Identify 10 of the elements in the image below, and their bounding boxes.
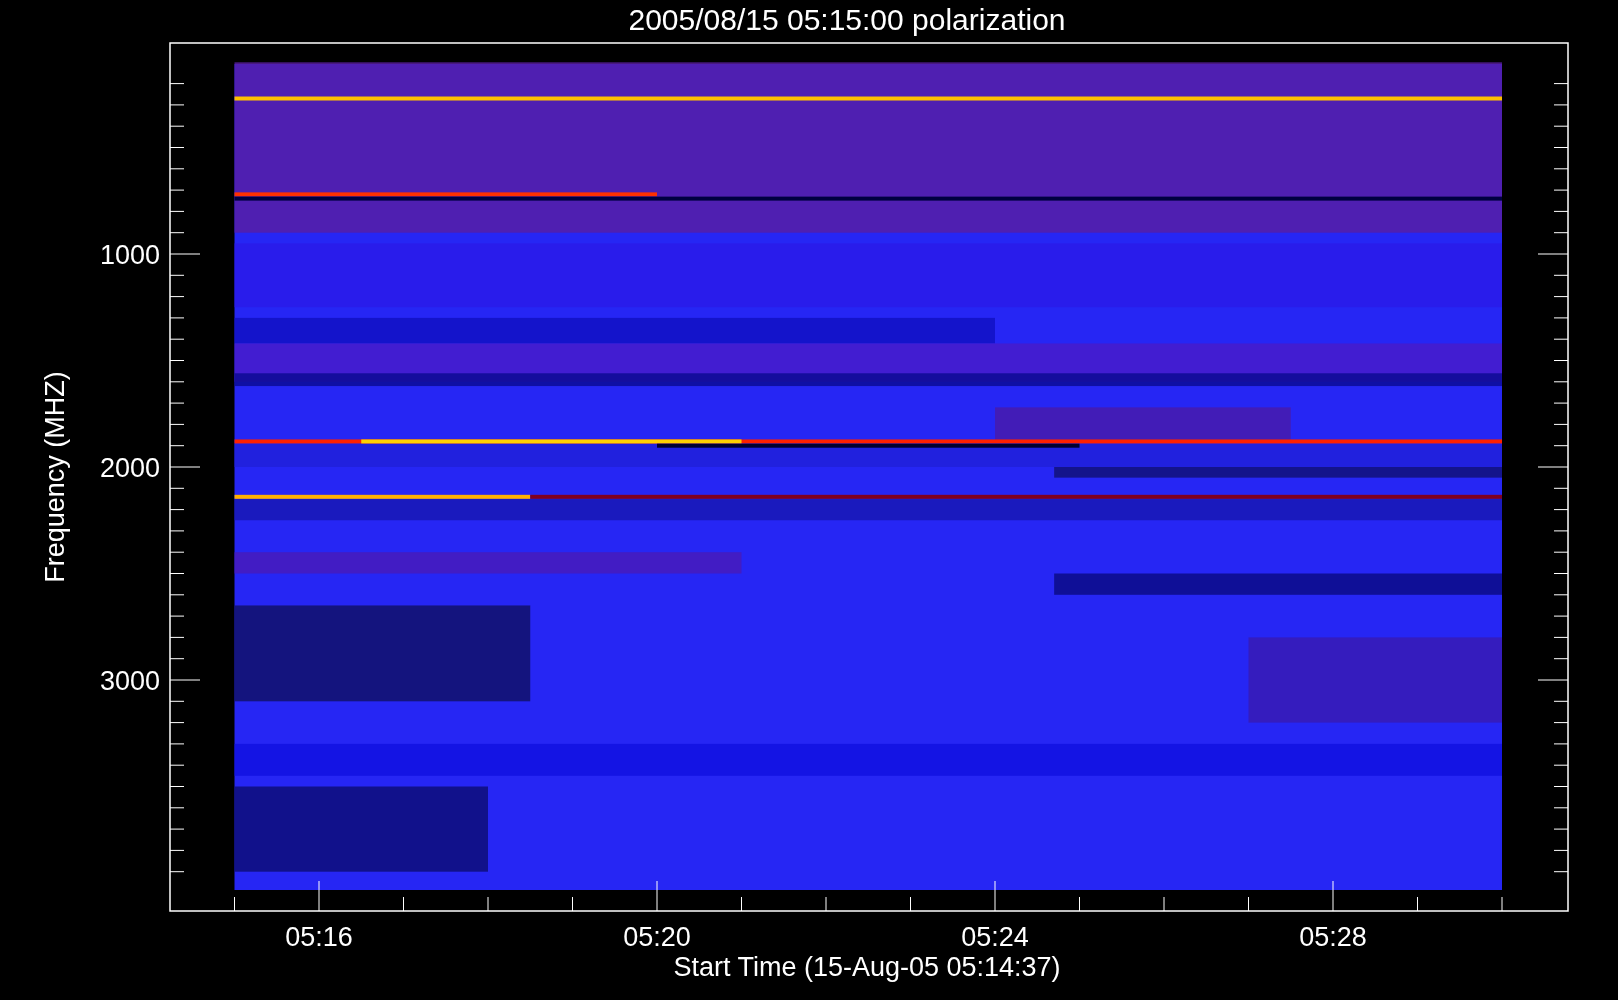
x-tick-label: 05:20 (623, 922, 691, 952)
x-tick-label: 05:24 (961, 922, 1029, 952)
y-tick-label: 2000 (99, 453, 160, 483)
x-tick-label: 05:16 (285, 922, 353, 952)
y-tick-label: 3000 (99, 666, 160, 696)
x-axis-label: Start Time (15-Aug-05 05:14:37) (673, 952, 1061, 982)
y-tick-label: 1000 (99, 240, 160, 270)
y-axis-label: Frequency (MHZ) (40, 371, 70, 583)
plot-title: 2005/08/15 05:15:00 polarization (628, 3, 1066, 36)
x-tick-label: 05:28 (1299, 922, 1367, 952)
